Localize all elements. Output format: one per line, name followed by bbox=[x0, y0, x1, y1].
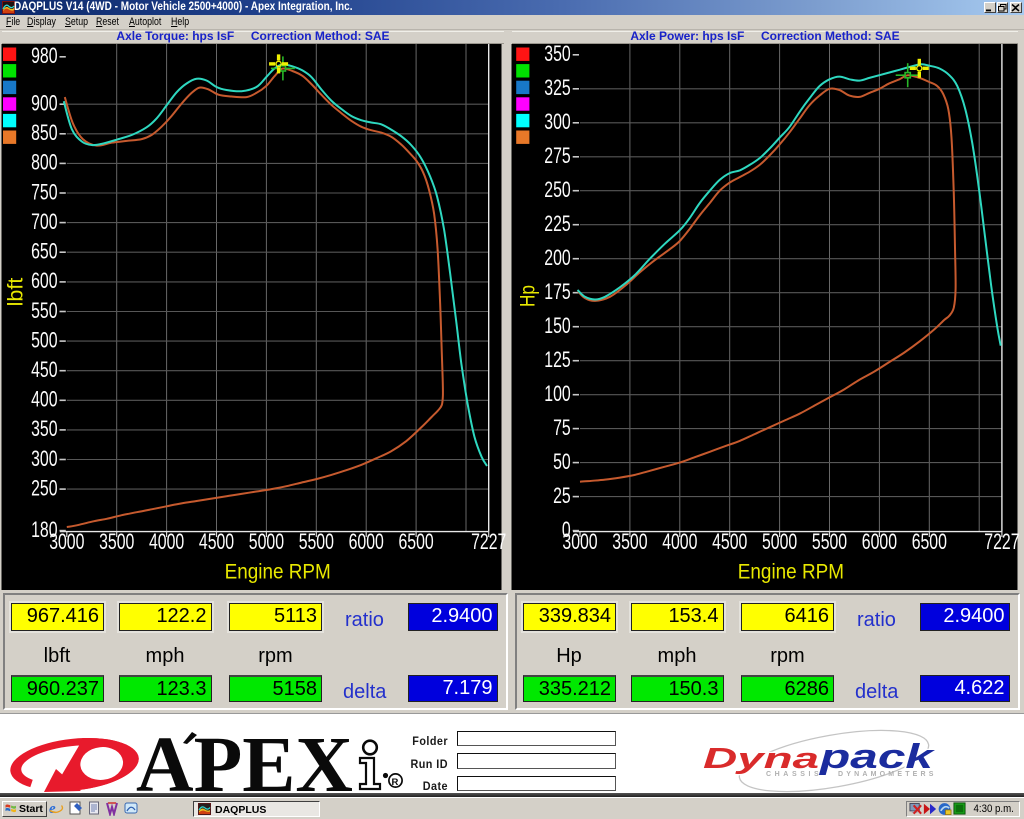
svg-text:50: 50 bbox=[553, 451, 571, 475]
svg-text:APEX: APEX bbox=[136, 722, 353, 794]
svg-text:650: 650 bbox=[31, 240, 57, 264]
svg-text:175: 175 bbox=[544, 281, 570, 305]
svg-text:700: 700 bbox=[31, 211, 57, 235]
svg-text:3500: 3500 bbox=[612, 531, 647, 555]
svg-text:300: 300 bbox=[544, 111, 570, 135]
svg-text:300: 300 bbox=[31, 447, 57, 471]
svg-text:Engine RPM: Engine RPM bbox=[738, 560, 844, 583]
svg-text:4000: 4000 bbox=[149, 531, 184, 555]
svg-text:5000: 5000 bbox=[762, 531, 797, 555]
svg-text:4500: 4500 bbox=[712, 531, 747, 555]
svg-text:6500: 6500 bbox=[398, 531, 433, 555]
svg-text:550: 550 bbox=[31, 299, 57, 323]
svg-text:DYNAMOMETERS: DYNAMOMETERS bbox=[838, 771, 937, 778]
svg-text:850: 850 bbox=[31, 122, 57, 146]
svg-text:200: 200 bbox=[544, 247, 570, 271]
svg-text:275: 275 bbox=[544, 145, 570, 169]
svg-text:750: 750 bbox=[31, 181, 57, 205]
svg-text:600: 600 bbox=[31, 270, 57, 294]
svg-text:900: 900 bbox=[31, 92, 57, 116]
svg-text:225: 225 bbox=[544, 213, 570, 237]
svg-text:6000: 6000 bbox=[349, 531, 384, 555]
svg-text:e: e bbox=[49, 801, 56, 816]
svg-text:5500: 5500 bbox=[812, 531, 847, 555]
svg-text:6000: 6000 bbox=[862, 531, 897, 555]
svg-text:180: 180 bbox=[31, 519, 57, 543]
svg-text:100: 100 bbox=[544, 383, 570, 407]
svg-text:450: 450 bbox=[31, 359, 57, 383]
svg-text:0: 0 bbox=[562, 519, 571, 543]
svg-text:5500: 5500 bbox=[299, 531, 334, 555]
svg-text:150: 150 bbox=[544, 315, 570, 339]
svg-text:6500: 6500 bbox=[912, 531, 947, 555]
svg-text:lbft: lbft bbox=[4, 278, 28, 307]
svg-text:400: 400 bbox=[31, 388, 57, 412]
svg-text:25: 25 bbox=[553, 485, 571, 509]
svg-text:500: 500 bbox=[31, 329, 57, 353]
svg-text:Engine RPM: Engine RPM bbox=[225, 560, 331, 583]
svg-text:75: 75 bbox=[553, 417, 571, 441]
svg-text:CHASSIS: CHASSIS bbox=[766, 771, 822, 778]
svg-text:4000: 4000 bbox=[662, 531, 697, 555]
svg-text:325: 325 bbox=[544, 77, 570, 101]
svg-text:980: 980 bbox=[31, 45, 57, 69]
svg-text:250: 250 bbox=[544, 179, 570, 203]
svg-text:125: 125 bbox=[544, 349, 570, 373]
svg-text:Hp: Hp bbox=[516, 285, 540, 307]
svg-text:4500: 4500 bbox=[199, 531, 234, 555]
svg-text:5000: 5000 bbox=[249, 531, 284, 555]
svg-text:250: 250 bbox=[31, 477, 57, 501]
svg-text:3500: 3500 bbox=[99, 531, 134, 555]
svg-text:800: 800 bbox=[31, 151, 57, 175]
svg-text:7227: 7227 bbox=[984, 531, 1019, 555]
svg-text:350: 350 bbox=[544, 43, 570, 67]
svg-text:7227: 7227 bbox=[471, 531, 506, 555]
svg-text:350: 350 bbox=[31, 418, 57, 442]
